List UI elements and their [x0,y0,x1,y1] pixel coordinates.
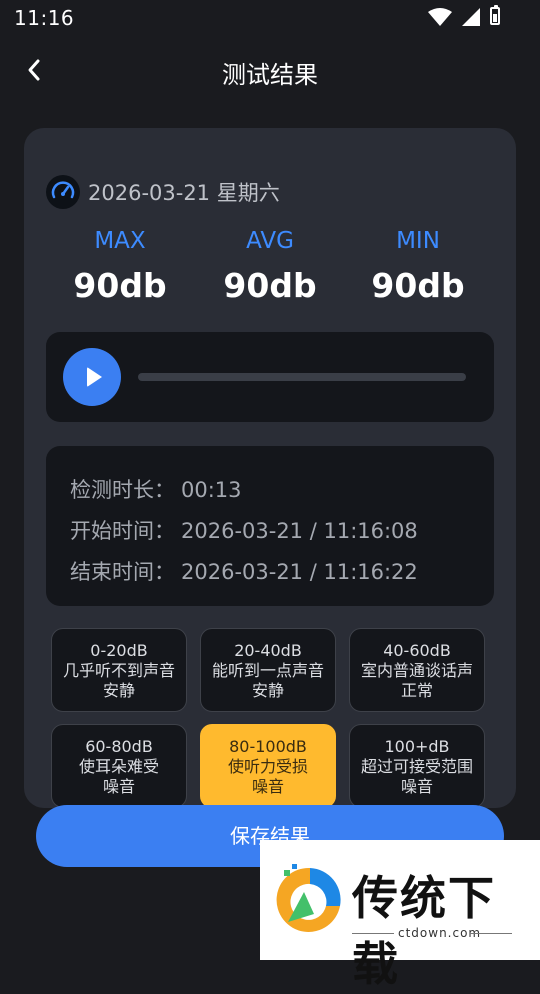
level-range: 40-60dB [383,641,451,660]
stat-label: MAX [94,228,146,254]
info-value: 2026-03-21 / 11:16:22 [181,560,418,584]
level-category: 噪音 [251,777,284,796]
brand-logo-icon [276,864,341,932]
info-end-time: 结束时间： 2026-03-21 / 11:16:22 [70,556,418,586]
level-category: 安静 [102,681,135,700]
test-date: 2026-03-21 星期六 [88,181,280,205]
watermark-site: ctdown.com [398,926,482,940]
date-row: 2026-03-21 星期六 [46,174,280,210]
status-bar: 11:16 [0,0,540,36]
divider [352,933,394,934]
level-description: 使耳朵难受 [78,757,159,776]
info-start-time: 开始时间： 2026-03-21 / 11:16:08 [70,515,418,545]
stat-value: 90db [73,266,167,305]
top-navigation: 测试结果 [0,40,540,100]
stats-row: MAX 90db AVG 90db MIN 90db [24,228,516,318]
info-value: 00:13 [181,478,242,502]
info-key: 结束时间： [70,560,175,584]
level-range: 20-40dB [234,641,302,660]
playback-progress-bar[interactable] [138,373,466,381]
info-key: 开始时间： [70,519,175,543]
level-card-100-plus: 100+dB 超过可接受范围 噪音 [349,724,485,808]
level-description: 几乎听不到声音 [62,661,175,680]
page-title: 测试结果 [222,61,318,89]
stat-avg: AVG 90db [200,228,340,305]
info-duration: 检测时长： 00:13 [70,474,242,504]
battery-icon [490,5,500,25]
test-info-panel: 检测时长： 00:13 开始时间： 2026-03-21 / 11:16:08 结束… [46,446,494,606]
level-description: 使听力受损 [227,757,308,776]
level-description: 能听到一点声音 [211,661,324,680]
info-key: 检测时长： [70,478,175,502]
level-card-80-100: 80-100dB 使听力受损 噪音 [200,724,336,808]
level-card-40-60: 40-60dB 室内普通谈话声 正常 [349,628,485,712]
cellular-signal-icon [462,8,480,26]
level-card-60-80: 60-80dB 使耳朵难受 噪音 [51,724,187,808]
stat-label: MIN [396,228,440,254]
stat-value: 90db [371,266,465,305]
level-category: 噪音 [400,777,433,796]
audio-player [46,332,494,422]
status-time: 11:16 [14,6,75,30]
level-category: 正常 [400,681,433,700]
stat-max: MAX 90db [50,228,190,305]
result-card: 2026-03-21 星期六 MAX 90db AVG 90db MIN 90d… [24,128,516,808]
level-category: 噪音 [102,777,135,796]
stat-value: 90db [223,266,317,305]
level-card-0-20: 0-20dB 几乎听不到声音 安静 [51,628,187,712]
level-range: 0-20dB [90,641,148,660]
info-value: 2026-03-21 / 11:16:08 [181,519,418,543]
level-description: 超过可接受范围 [360,757,473,776]
wifi-icon [428,8,452,26]
level-range: 60-80dB [85,737,153,756]
speedometer-icon [46,175,80,209]
level-description: 室内普通谈话声 [360,661,473,680]
level-range: 100+dB [384,737,450,756]
watermark: 传统下载 ctdown.com [260,840,540,991]
play-button[interactable] [63,348,121,406]
level-category: 安静 [251,681,284,700]
divider [470,933,512,934]
level-card-20-40: 20-40dB 能听到一点声音 安静 [200,628,336,712]
level-range: 80-100dB [229,737,307,756]
stat-label: AVG [246,228,294,254]
stat-min: MIN 90db [348,228,488,305]
